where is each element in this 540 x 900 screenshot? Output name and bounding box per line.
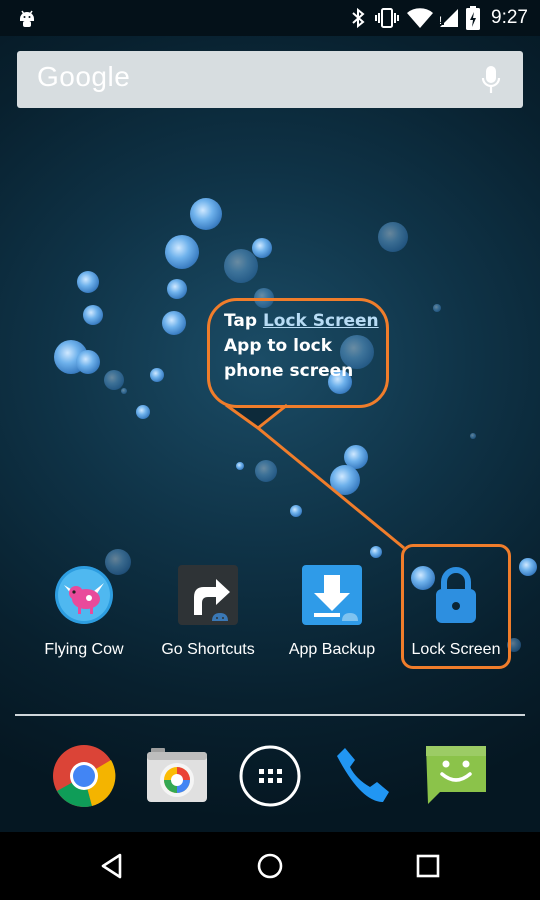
phone-icon[interactable]	[331, 744, 395, 808]
callout-link: Lock Screen	[262, 311, 379, 331]
recents-icon[interactable]	[414, 852, 442, 880]
app-flying-cow[interactable]: Flying Cow	[22, 565, 146, 665]
flying-cow-icon	[55, 566, 113, 624]
app-go-shortcuts[interactable]: Go Shortcuts	[146, 565, 270, 665]
app-app-backup[interactable]: App Backup	[270, 565, 394, 665]
callout-line-2: App to lock	[224, 336, 333, 356]
camera-icon[interactable]	[145, 744, 209, 808]
callout-line-3: phone screen	[224, 361, 354, 381]
go-shortcuts-icon	[178, 565, 238, 625]
home-icon[interactable]	[256, 852, 284, 880]
lock-screen-highlight	[401, 544, 511, 669]
back-icon[interactable]	[98, 852, 126, 880]
messaging-icon[interactable]	[424, 744, 488, 808]
app-label: App Backup	[288, 641, 376, 658]
callout-text: Tap Lock Screen App to lock phone screen	[224, 309, 384, 384]
home-screen: ! 9:27 Google Tap Lock Screen App to loc…	[0, 0, 540, 900]
app-drawer-icon[interactable]	[238, 744, 302, 808]
navigation-bar	[0, 832, 540, 900]
app-label: Flying Cow	[44, 641, 124, 658]
app-backup-icon	[302, 565, 362, 625]
dock-divider	[15, 714, 525, 716]
chrome-icon[interactable]	[52, 744, 116, 808]
app-label: Go Shortcuts	[161, 641, 255, 658]
callout-prefix: Tap	[224, 311, 263, 331]
